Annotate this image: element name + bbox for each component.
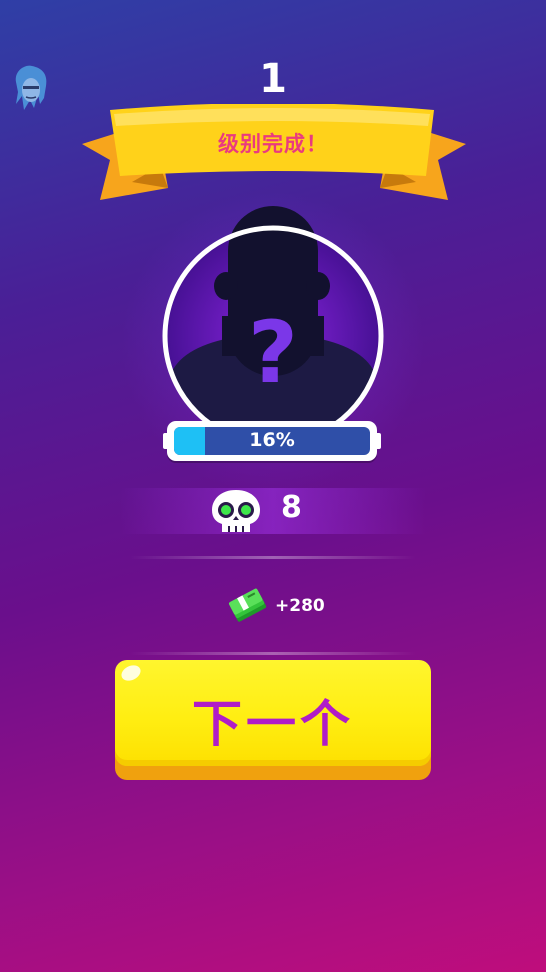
progress-label: 16% — [249, 429, 295, 451]
progress-frame: 16% — [167, 421, 377, 461]
question-mark-glyph: ? — [248, 303, 298, 403]
kills-count: 8 — [281, 490, 302, 525]
cash-reward-amount: +280 — [275, 596, 325, 616]
next-button[interactable]: 下一个 — [115, 660, 431, 780]
progress-right-cap — [375, 433, 381, 449]
level-complete-text: 级别完成！ — [218, 132, 328, 156]
next-button-label: 下一个 — [192, 695, 354, 753]
kills-band — [120, 488, 426, 534]
skull-icon — [208, 488, 264, 536]
divider-top — [130, 556, 416, 559]
divider-bottom — [130, 652, 416, 655]
mystery-silhouette-icon: ? — [160, 206, 386, 447]
unlock-progress-bar: 16% — [163, 421, 381, 463]
cash-stack-icon — [228, 588, 268, 624]
level-number: 1 — [259, 56, 287, 102]
